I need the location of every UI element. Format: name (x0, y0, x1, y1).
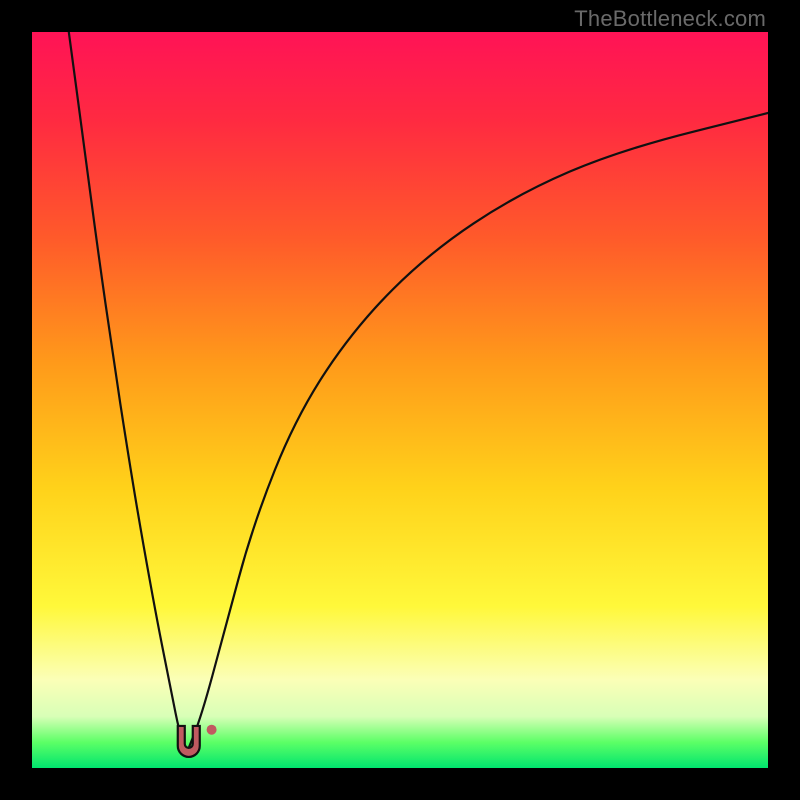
curve-right-branch (187, 113, 768, 753)
marker-dot (207, 725, 217, 735)
bottleneck-curve (32, 32, 768, 768)
watermark-text: TheBottleneck.com (574, 6, 766, 32)
chart-frame: TheBottleneck.com (0, 0, 800, 800)
plot-area (32, 32, 768, 768)
data-markers (178, 725, 217, 757)
marker-u (178, 726, 200, 757)
curve-left-branch (69, 32, 187, 753)
